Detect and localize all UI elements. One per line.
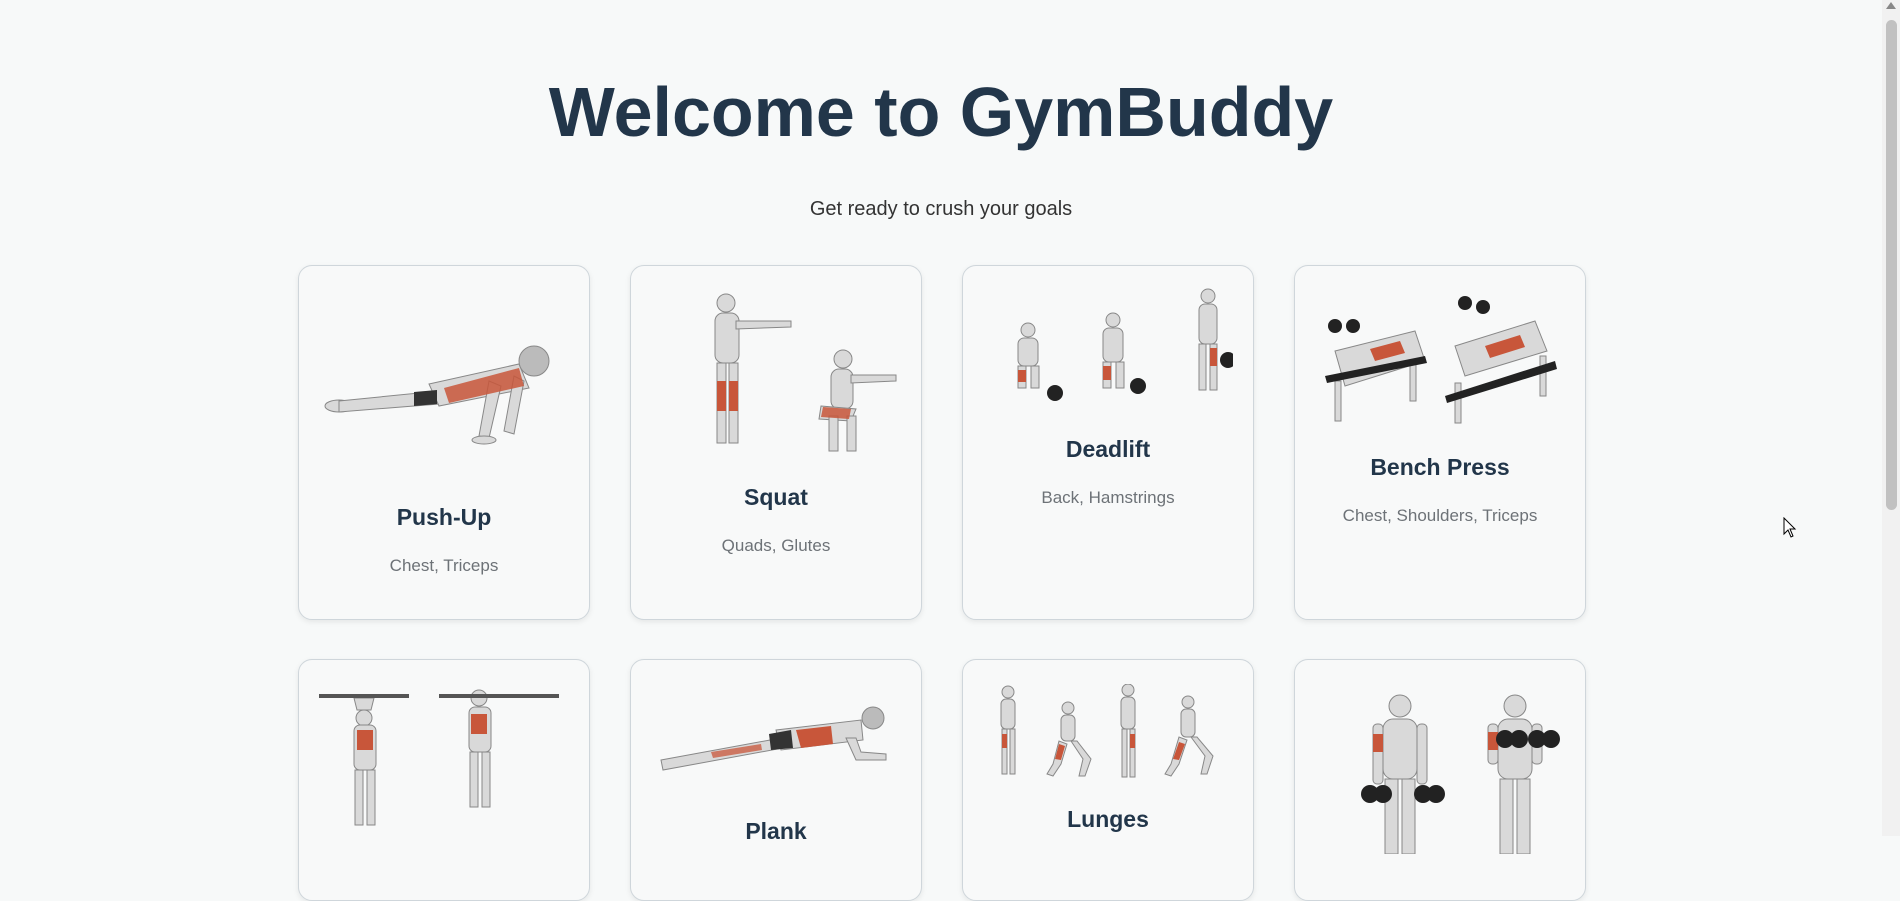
bicep-curl-illustration <box>1361 694 1560 854</box>
exercise-card-plank[interactable]: Plank <box>630 659 922 901</box>
exercise-muscles: Chest, Shoulders, Triceps <box>1342 506 1538 525</box>
exercise-name: Push-Up <box>396 504 492 530</box>
exercise-card-bicep-curl[interactable] <box>1294 659 1586 901</box>
deadlift-illustration <box>1017 288 1233 401</box>
exercise-muscles: Chest, Triceps <box>389 556 499 575</box>
exercise-card-pull-up[interactable] <box>298 659 590 901</box>
exercise-card-lunges[interactable]: Lunges <box>962 659 1254 901</box>
squat-illustration <box>714 293 897 452</box>
exercise-name: Deadlift <box>1065 436 1151 462</box>
page-subtitle: Get ready to crush your goals <box>809 198 1073 220</box>
scroll-up-arrow-icon[interactable] <box>1886 2 1896 9</box>
exercise-card-push-up[interactable]: Push-Up Chest, Triceps <box>298 265 590 620</box>
scrollbar-thumb[interactable] <box>1886 20 1897 510</box>
mouse-cursor-icon <box>1783 517 1797 538</box>
exercise-name: Lunges <box>1067 806 1149 832</box>
bench-press-illustration <box>1325 296 1557 424</box>
exercise-name: Plank <box>745 818 807 844</box>
pull-up-illustration <box>319 689 559 826</box>
exercise-card-deadlift[interactable]: Deadlift Back, Hamstrings <box>962 265 1254 620</box>
plank-illustration <box>660 706 887 771</box>
exercise-muscles: Quads, Glutes <box>721 536 831 555</box>
scrollbar[interactable] <box>1882 0 1900 836</box>
exercise-muscles: Back, Hamstrings <box>1041 488 1175 507</box>
exercise-card-squat[interactable]: Squat Quads, Glutes <box>630 265 922 620</box>
exercise-card-bench-press[interactable]: Bench Press Chest, Shoulders, Triceps <box>1294 265 1586 620</box>
exercise-name: Bench Press <box>1370 454 1510 480</box>
exercise-name: Squat <box>744 484 808 510</box>
page-title: Welcome to GymBuddy <box>548 73 1334 151</box>
lunges-illustration <box>1000 684 1214 778</box>
push-up-illustration <box>324 345 550 445</box>
